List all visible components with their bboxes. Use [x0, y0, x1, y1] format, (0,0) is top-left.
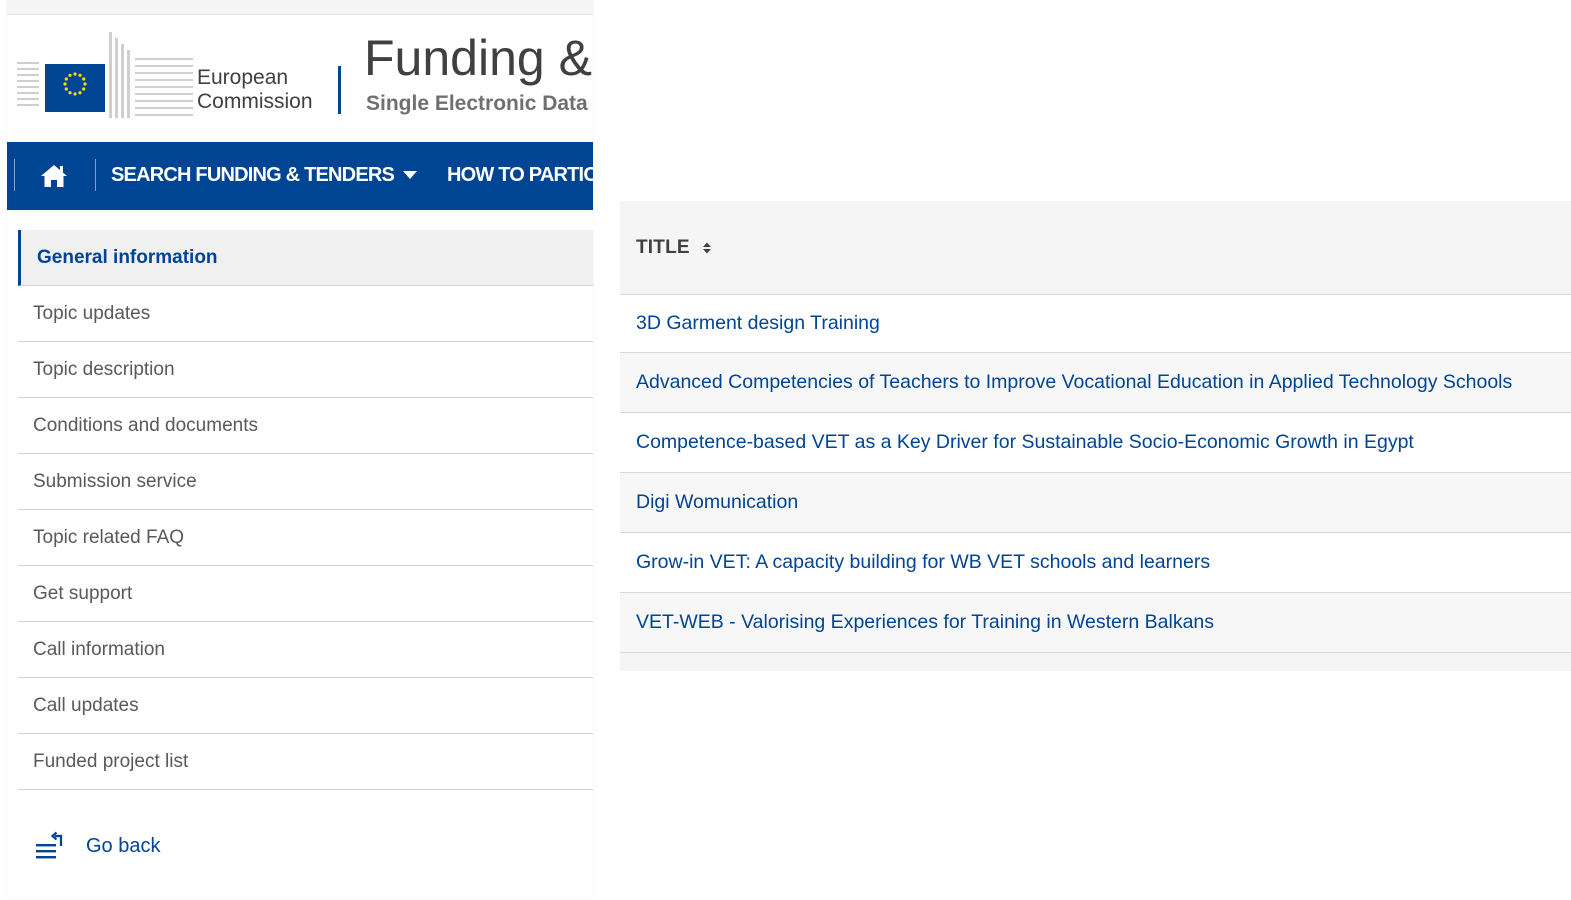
menu-item-call-information[interactable]: Call information [18, 622, 593, 678]
portal-subtitle: Single Electronic Data [366, 92, 588, 115]
nav-separator [95, 159, 96, 191]
header-divider [338, 66, 341, 114]
chevron-down-icon[interactable] [403, 171, 417, 179]
column-header-title[interactable]: TITLE [636, 237, 690, 259]
table-row[interactable]: VET-WEB - Valorising Experiences for Tra… [620, 593, 1571, 653]
eu-flag-icon [45, 64, 105, 112]
menu-item-get-support[interactable]: Get support [18, 566, 593, 622]
menu-item-topic-related-faq[interactable]: Topic related FAQ [18, 510, 593, 566]
nav-separator [14, 159, 15, 191]
table-footer [620, 653, 1571, 671]
sort-icon[interactable] [702, 241, 712, 255]
go-back-label: Go back [86, 834, 161, 857]
organization-name: European Commission [197, 66, 313, 114]
organization-name-line2: Commission [197, 90, 313, 113]
organization-name-line1: European [197, 66, 289, 89]
nav-search-funding-tenders[interactable]: SEARCH FUNDING & TENDERS [111, 164, 395, 187]
main-navbar: SEARCH FUNDING & TENDERS HOW TO PARTIC [7, 142, 593, 210]
go-back-icon [36, 831, 63, 859]
table-row[interactable]: Digi Womunication [620, 473, 1571, 533]
table-row[interactable]: Grow-in VET: A capacity building for WB … [620, 533, 1571, 593]
topic-side-menu: General information Topic updates Topic … [18, 230, 593, 790]
menu-item-topic-description[interactable]: Topic description [18, 342, 593, 398]
go-back-button[interactable]: Go back [35, 830, 160, 862]
menu-item-general-information[interactable]: General information [18, 230, 593, 286]
nav-how-to-participate[interactable]: HOW TO PARTIC [447, 164, 593, 187]
funded-projects-table: TITLE 3D Garment design Training Advance… [620, 201, 1571, 671]
table-row[interactable]: Competence-based VET as a Key Driver for… [620, 413, 1571, 473]
european-commission-logo[interactable] [17, 28, 197, 120]
portal-title[interactable]: Funding & [364, 28, 592, 88]
browser-top-strip [7, 0, 593, 15]
table-row[interactable]: 3D Garment design Training [620, 295, 1571, 353]
menu-item-submission-service[interactable]: Submission service [18, 454, 593, 510]
menu-item-call-updates[interactable]: Call updates [18, 678, 593, 734]
table-row[interactable]: Advanced Competencies of Teachers to Imp… [620, 353, 1571, 413]
menu-item-funded-project-list[interactable]: Funded project list [18, 734, 593, 790]
menu-item-conditions-and-documents[interactable]: Conditions and documents [18, 398, 593, 454]
topic-details-panel: European Commission Funding & Single Ele… [7, 0, 593, 898]
menu-item-topic-updates[interactable]: Topic updates [18, 286, 593, 342]
table-header: TITLE [620, 201, 1571, 295]
home-icon[interactable] [39, 163, 69, 189]
